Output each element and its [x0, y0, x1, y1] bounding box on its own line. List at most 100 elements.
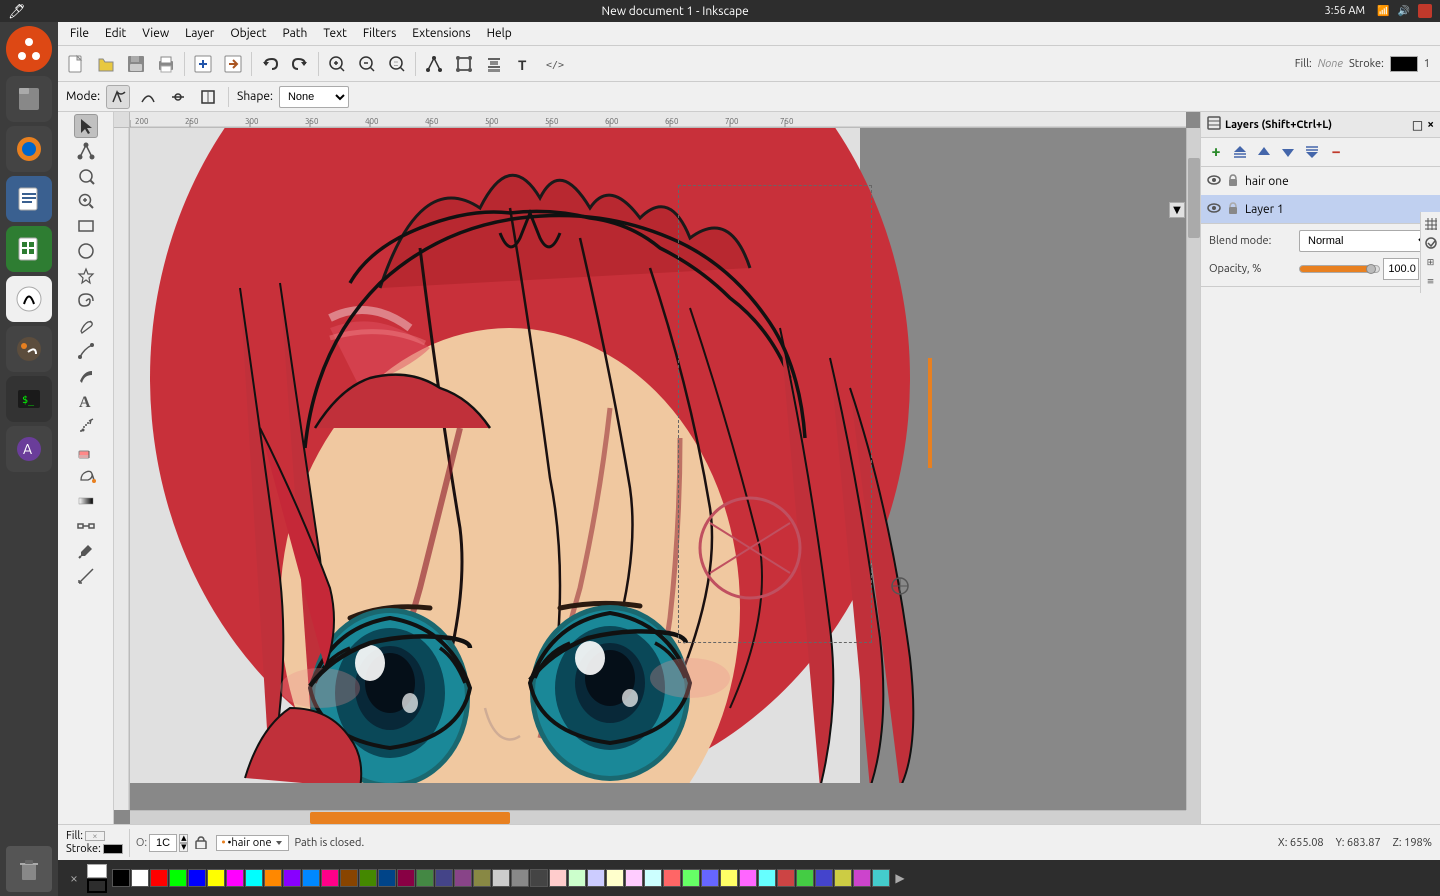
dock-libreoffice-writer[interactable] [6, 176, 52, 222]
measure-tool-btn[interactable] [74, 564, 98, 588]
obj-opacity-input[interactable] [149, 834, 177, 852]
layer-lock-hair-one[interactable] [1226, 173, 1240, 190]
dock-trash[interactable] [6, 846, 52, 892]
swatch-blue[interactable] [188, 869, 206, 887]
swatch-black[interactable] [112, 869, 130, 887]
page-nav-btn[interactable]: ▼ [1169, 202, 1185, 218]
layer-lock-layer1[interactable] [1226, 201, 1240, 218]
mode-auto-btn[interactable] [196, 85, 220, 109]
opacity-slider-thumb[interactable] [1366, 264, 1376, 274]
open-btn[interactable] [92, 50, 120, 78]
node-edit-btn[interactable] [420, 50, 448, 78]
dock-libreoffice-calc[interactable] [6, 226, 52, 272]
mode-symmetric-btn[interactable] [166, 85, 190, 109]
layer-raise-btn[interactable] [1253, 141, 1275, 163]
swatch-cyandark[interactable] [872, 869, 890, 887]
swatch-yellowmed[interactable] [720, 869, 738, 887]
align-btn[interactable] [480, 50, 508, 78]
zoom-fit-btn[interactable]: :: [383, 50, 411, 78]
snap-to-grids[interactable] [1423, 216, 1439, 232]
swatch-orange[interactable] [264, 869, 282, 887]
palette-close-btn[interactable]: × [64, 868, 84, 888]
h-scroll-thumb[interactable] [310, 812, 510, 824]
swatch-greenlight[interactable] [568, 869, 586, 887]
select-tool-btn[interactable] [74, 114, 98, 138]
mode-smooth-btn[interactable] [136, 85, 160, 109]
swatch-darkgray[interactable] [530, 869, 548, 887]
layer-raise-to-top-btn[interactable] [1229, 141, 1251, 163]
import-btn[interactable] [189, 50, 217, 78]
circle-tool-btn[interactable] [74, 239, 98, 263]
swatch-brown[interactable] [340, 869, 358, 887]
horizontal-scrollbar[interactable] [130, 810, 1186, 824]
layer-lower-btn[interactable] [1277, 141, 1299, 163]
swatch-cyanlight[interactable] [644, 869, 662, 887]
swatch-skyblue[interactable] [302, 869, 320, 887]
dock-gimp[interactable] [6, 326, 52, 372]
menu-file[interactable]: File [62, 25, 97, 42]
swatch-yellowdark[interactable] [834, 869, 852, 887]
menu-path[interactable]: Path [275, 25, 316, 42]
zoom-tool-btn[interactable] [74, 189, 98, 213]
eraser-tool-btn[interactable] [74, 439, 98, 463]
dock-files[interactable] [6, 76, 52, 122]
dock-firefox[interactable] [6, 126, 52, 172]
swatch-bluemed[interactable] [701, 869, 719, 887]
text-tool-btn[interactable]: A [74, 389, 98, 413]
swatch-cyan[interactable] [245, 869, 263, 887]
menu-layer[interactable]: Layer [177, 25, 222, 42]
shape-select[interactable]: None Triangle Square Star [279, 86, 349, 108]
layer-eye-hair-one[interactable] [1207, 173, 1221, 190]
undo-btn[interactable] [256, 50, 284, 78]
node-tool-btn[interactable] [74, 139, 98, 163]
swatch-purple[interactable] [283, 869, 301, 887]
layers-minimize-btn[interactable]: □ [1412, 118, 1423, 132]
canvas-area[interactable]: 200 250 300 350 400 450 500 [114, 112, 1200, 824]
opacity-value-input[interactable] [1383, 258, 1419, 280]
menu-view[interactable]: View [134, 25, 177, 42]
swatch-maglight[interactable] [625, 869, 643, 887]
swatch-gray[interactable] [511, 869, 529, 887]
dock-inkscape[interactable] [6, 276, 52, 322]
zoom-out-btn[interactable] [353, 50, 381, 78]
pencil-tool-btn[interactable] [74, 314, 98, 338]
dock-terminal[interactable]: $_ [6, 376, 52, 422]
swatch-redmed[interactable] [663, 869, 681, 887]
obj-opacity-down[interactable]: ▼ [179, 843, 188, 852]
swatch-yellow[interactable] [207, 869, 225, 887]
window-controls[interactable]: 3:56 AM 📶 🔊 [1325, 4, 1432, 18]
redo-btn[interactable] [286, 50, 314, 78]
gradient-tool-btn[interactable] [74, 489, 98, 513]
menu-text[interactable]: Text [315, 25, 355, 42]
connector-tool-btn[interactable] [74, 514, 98, 538]
palette-stroke-box[interactable] [87, 879, 107, 893]
swatch-yellowlight[interactable] [606, 869, 624, 887]
layer-delete-btn[interactable]: − [1325, 141, 1347, 163]
export-btn[interactable] [219, 50, 247, 78]
swatch-maroon[interactable] [397, 869, 415, 887]
layers-close-btn[interactable]: × [1427, 118, 1434, 131]
tweak-tool-btn[interactable] [74, 164, 98, 188]
swatch-pink[interactable] [321, 869, 339, 887]
blend-mode-select[interactable]: Normal Multiply Screen Overlay [1299, 230, 1432, 252]
save-btn[interactable] [122, 50, 150, 78]
vertical-scrollbar[interactable] [1186, 128, 1200, 810]
layer-eye-layer1[interactable] [1207, 201, 1221, 218]
swatch-navy[interactable] [378, 869, 396, 887]
swatch-darkgreen[interactable] [416, 869, 434, 887]
rect-tool-btn[interactable] [74, 214, 98, 238]
right-tool-3[interactable]: ⊞ [1423, 254, 1439, 270]
menu-extensions[interactable]: Extensions [404, 25, 478, 42]
mode-corner-btn[interactable] [106, 85, 130, 109]
dropper-tool-btn[interactable] [74, 539, 98, 563]
palette-scroll-right[interactable]: ▶ [893, 868, 907, 888]
new-btn[interactable] [62, 50, 90, 78]
swatch-greendark[interactable] [796, 869, 814, 887]
zoom-in-btn[interactable] [323, 50, 351, 78]
print-btn[interactable] [152, 50, 180, 78]
swatch-white[interactable] [131, 869, 149, 887]
snap-enable[interactable] [1423, 235, 1439, 251]
menu-edit[interactable]: Edit [97, 25, 134, 42]
transform-btn[interactable] [450, 50, 478, 78]
swatch-khaki[interactable] [473, 869, 491, 887]
